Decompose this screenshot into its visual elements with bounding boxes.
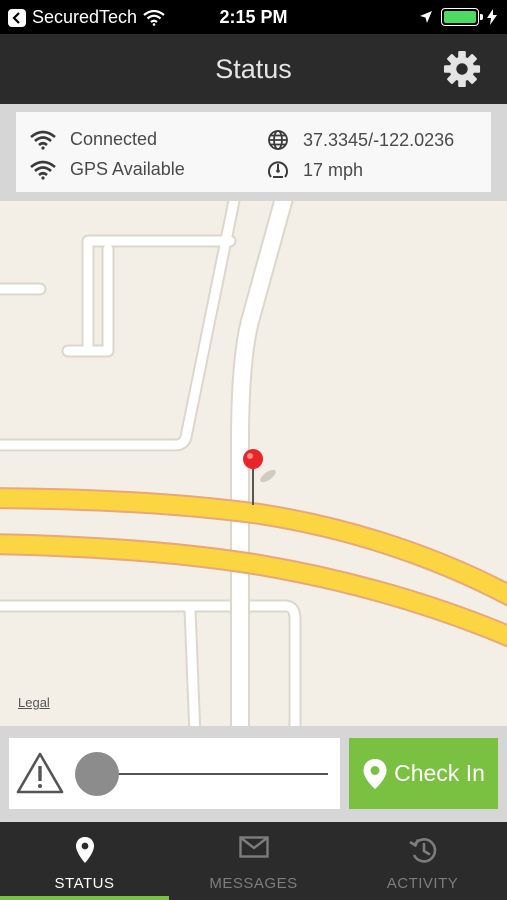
speedometer-icon xyxy=(268,161,288,178)
location-arrow-icon xyxy=(420,11,432,23)
charging-bolt-icon xyxy=(487,9,497,25)
tab-messages[interactable]: MESSAGES xyxy=(169,822,338,900)
speed: 17 mph xyxy=(303,159,364,180)
gps-signal-icon xyxy=(30,160,56,180)
tab-activity-label: ACTIVITY xyxy=(386,875,459,892)
history-icon xyxy=(408,838,436,863)
slider-thumb[interactable] xyxy=(75,752,119,796)
status-info-panel: Connected GPS Available 37.3345/-122.023… xyxy=(0,104,507,201)
active-tab-indicator xyxy=(0,896,169,900)
status-bar: SecuredTech 2:15 PM xyxy=(0,0,507,34)
nav-bar: Status xyxy=(0,34,507,104)
check-in-button[interactable]: Check In xyxy=(349,738,498,809)
warning-icon xyxy=(16,752,64,794)
check-in-label: Check In xyxy=(394,760,485,786)
page-title: Status xyxy=(215,54,292,84)
alert-slider[interactable] xyxy=(9,738,340,809)
wifi-icon xyxy=(30,130,56,150)
globe-icon xyxy=(268,130,288,150)
map-canvas xyxy=(0,201,507,726)
gps-status: GPS Available xyxy=(70,159,185,179)
map-legal-link[interactable]: Legal xyxy=(18,695,50,710)
tab-messages-label: MESSAGES xyxy=(209,875,298,892)
slider-track xyxy=(105,773,328,775)
location-pin-icon xyxy=(75,837,94,863)
battery-icon xyxy=(441,8,483,26)
tab-status[interactable]: STATUS xyxy=(0,822,169,900)
tab-activity[interactable]: ACTIVITY xyxy=(338,822,507,900)
location-pin-icon xyxy=(363,758,387,789)
map-view[interactable]: Legal xyxy=(0,201,507,726)
tab-status-label: STATUS xyxy=(54,875,115,892)
connection-status: Connected xyxy=(70,129,158,149)
coordinates: 37.3345/-122.0236 xyxy=(303,129,455,150)
check-in-controls: Check In xyxy=(0,726,507,822)
status-info-card: Connected GPS Available 37.3345/-122.023… xyxy=(16,112,491,192)
tab-bar: STATUS MESSAGES ACTIVITY xyxy=(0,822,507,900)
gear-icon[interactable] xyxy=(443,50,481,88)
envelope-icon xyxy=(238,836,269,858)
